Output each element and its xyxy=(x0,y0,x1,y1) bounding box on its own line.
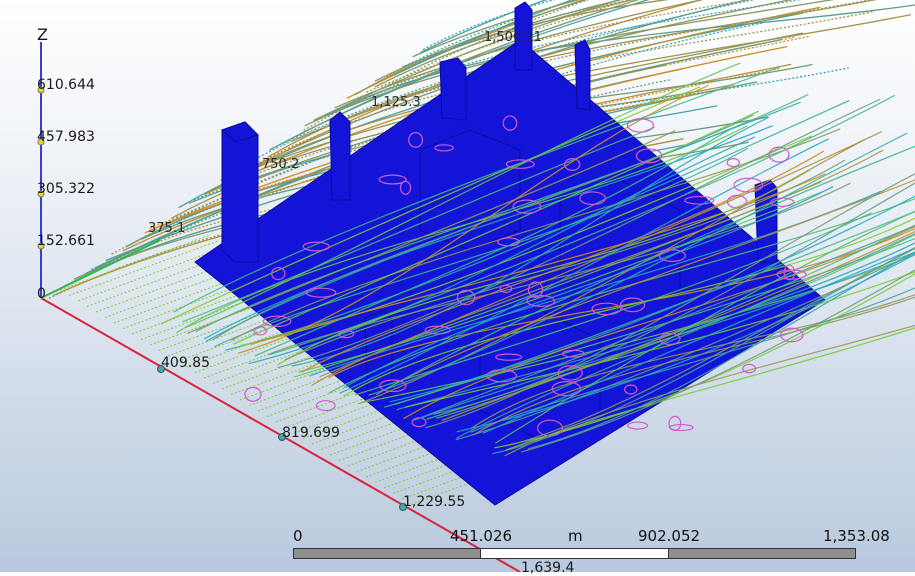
z-tick-label: 0 xyxy=(37,286,46,302)
scale-segment xyxy=(480,548,669,559)
x-tick-label: 409.85 xyxy=(161,355,210,371)
scale-bar: 0 451.026 m 902.052 1,353.08 xyxy=(293,527,893,567)
scale-segment xyxy=(668,548,856,559)
y-tick-label: 1,125.3 xyxy=(371,95,421,110)
eddy xyxy=(668,415,682,432)
scale-segment xyxy=(293,548,481,559)
x-tick-label: 1,229.55 xyxy=(403,494,466,510)
scale-unit: m xyxy=(568,527,583,545)
z-tick-label: 305.322 xyxy=(37,181,95,197)
y-tick-label: 375.1 xyxy=(148,221,186,236)
eddy xyxy=(627,421,649,430)
eddy xyxy=(726,158,740,168)
x-tick-label: 819.699 xyxy=(282,425,340,441)
z-axis-label: Z xyxy=(37,25,48,44)
scale-label: 0 xyxy=(293,527,303,545)
eddy xyxy=(315,400,336,412)
scale-label: 902.052 xyxy=(638,527,701,545)
eddy xyxy=(244,386,262,402)
scene-canvas[interactable] xyxy=(0,0,915,572)
streamline xyxy=(303,0,754,132)
spire-3 xyxy=(574,39,591,111)
y-tick-label: 1,500.51 xyxy=(484,30,542,45)
spire-1 xyxy=(329,111,351,201)
z-tick-label: 610.644 xyxy=(37,77,95,93)
spire-2 xyxy=(439,57,467,121)
y-tick-label: 750.2 xyxy=(262,157,300,172)
z-tick-label: 152.661 xyxy=(37,233,95,249)
3d-viewport[interactable]: Z 610.644 457.983 305.322 152.661 0 409.… xyxy=(0,0,915,576)
z-tick-label: 457.983 xyxy=(37,129,95,145)
scale-label: 1,353.08 xyxy=(823,527,890,545)
scale-label: 451.026 xyxy=(450,527,513,545)
tower-left-front xyxy=(221,121,259,263)
